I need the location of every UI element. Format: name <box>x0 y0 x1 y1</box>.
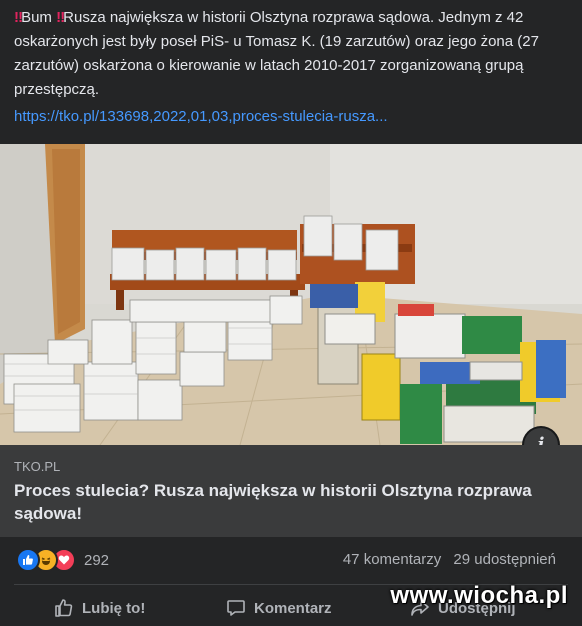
post-text: ‼Bum ‼Rusza największa w historii Olszty… <box>14 6 568 102</box>
comment-label: Komentarz <box>254 599 332 617</box>
comment-icon <box>227 600 245 616</box>
shares-count[interactable]: 29 udostępnień <box>453 551 556 568</box>
comment-button[interactable]: Komentarz <box>226 598 332 618</box>
link-title[interactable]: Proces stulecia? Rusza największa w hist… <box>14 479 534 525</box>
comments-count[interactable]: 47 komentarzy <box>343 551 441 568</box>
double-exclamation-icon: ‼ <box>14 9 23 26</box>
post-stats: 47 komentarzy 29 udostępnień <box>343 551 556 568</box>
link-domain: TKO.PL <box>14 459 61 474</box>
thumbs-up-icon <box>55 599 73 617</box>
post-text-lead: Bum <box>21 9 57 26</box>
watermark: www.wiocha.pl <box>390 582 568 609</box>
like-button[interactable]: Lubię to! <box>54 598 145 618</box>
link-preview-card[interactable]: TKO.PL Proces stulecia? Rusza największa… <box>0 445 582 537</box>
like-label: Lubię to! <box>82 599 146 617</box>
reaction-count: 292 <box>84 551 110 569</box>
like-icon <box>16 548 40 572</box>
post-link[interactable]: https://tko.pl/133698,2022,01,03,proces-… <box>14 108 388 125</box>
court-documents-photo <box>0 144 582 445</box>
reactions-summary[interactable]: 292 <box>16 548 110 572</box>
link-preview-image[interactable] <box>0 144 582 445</box>
post-text-body: Rusza największa w historii Olsztyna roz… <box>14 9 544 98</box>
